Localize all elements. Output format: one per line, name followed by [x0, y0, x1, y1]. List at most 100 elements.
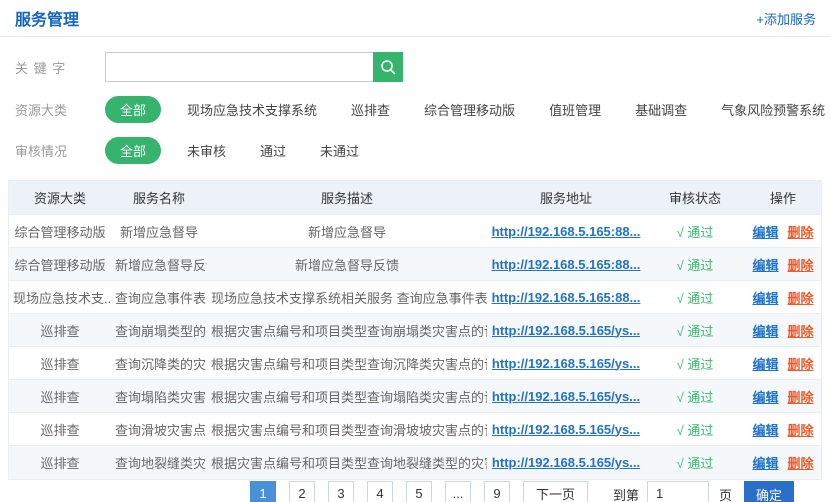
next-page-button[interactable]: 下一页: [523, 481, 588, 502]
cell-description: 现场应急技术支撑系统相关服务 查询应急事件表: [207, 288, 487, 307]
filter-row-1: 审核情况 全部未审核 通过 未通过: [15, 137, 830, 164]
table-row: 巡排查查询塌陷类灾害...根据灾害点编号和项目类型查询塌陷类灾害点的详...ht…: [9, 380, 821, 413]
table-header-row: 资源大类服务名称服务描述服务地址审核状态操作: [9, 181, 821, 215]
cell-category: 巡排查: [9, 387, 111, 406]
filter-option[interactable]: 通过: [260, 137, 286, 164]
cell-category: 巡排查: [9, 321, 111, 340]
page-button[interactable]: 3: [328, 481, 354, 502]
status-passed-badge: √ 通过: [677, 225, 714, 240]
service-url-link[interactable]: http://192.168.5.165:88...: [492, 257, 641, 272]
service-url-link[interactable]: http://192.168.5.165/ys...: [492, 455, 640, 470]
cell-status: √ 通过: [645, 387, 745, 406]
page-ellipsis[interactable]: ...: [445, 481, 471, 502]
table-row: 现场应急技术支...查询应急事件表现场应急技术支撑系统相关服务 查询应急事件表h…: [9, 281, 821, 314]
status-passed-badge: √ 通过: [677, 324, 714, 339]
cell-service-name: 新增应急督导反馈: [111, 255, 207, 274]
column-header: 服务地址: [487, 188, 645, 207]
edit-link[interactable]: 编辑: [752, 225, 778, 240]
goto-page-input[interactable]: [647, 481, 709, 502]
cell-actions: 编辑删除: [745, 387, 821, 406]
delete-link[interactable]: 删除: [788, 390, 814, 405]
cell-actions: 编辑删除: [745, 222, 821, 241]
filter-option[interactable]: 现场应急技术支撑系统: [187, 96, 317, 123]
column-header: 资源大类: [9, 188, 111, 207]
delete-link[interactable]: 删除: [788, 423, 814, 438]
filter-label-1: 审核情况: [15, 141, 83, 160]
page-button[interactable]: 2: [289, 481, 315, 502]
page-button[interactable]: 5: [406, 481, 432, 502]
status-passed-badge: √ 通过: [677, 291, 714, 306]
keyword-input[interactable]: [105, 52, 373, 82]
service-url-link[interactable]: http://192.168.5.165/ys...: [492, 323, 640, 338]
cell-service-url: http://192.168.5.165/ys...: [487, 323, 645, 338]
cell-description: 根据灾害点编号和项目类型查询地裂缝类型的灾害...: [207, 453, 487, 472]
service-url-link[interactable]: http://192.168.5.165:88...: [492, 224, 641, 239]
service-url-link[interactable]: http://192.168.5.165/ys...: [492, 422, 640, 437]
cell-service-url: http://192.168.5.165/ys...: [487, 389, 645, 404]
cell-status: √ 通过: [645, 321, 745, 340]
filter-option[interactable]: 综合管理移动版: [424, 96, 515, 123]
cell-description: 根据灾害点编号和项目类型查询崩塌类灾害点的详...: [207, 321, 487, 340]
column-header: 操作: [745, 188, 821, 207]
service-url-link[interactable]: http://192.168.5.165/ys...: [492, 356, 640, 371]
column-header: 服务描述: [207, 188, 487, 207]
filter-option[interactable]: 全部: [105, 137, 161, 164]
page-button[interactable]: 1: [250, 481, 276, 502]
filter-row-0: 资源大类 全部现场应急技术支撑系统 巡排查 综合管理移动版 值班管理 基础调查 气象风险预警…: [15, 96, 830, 123]
edit-link[interactable]: 编辑: [752, 258, 778, 273]
table-row: 综合管理移动版新增应急督导反馈新增应急督导反馈http://192.168.5.…: [9, 248, 821, 281]
cell-status: √ 通过: [645, 255, 745, 274]
delete-link[interactable]: 删除: [788, 258, 814, 273]
search-button[interactable]: [373, 52, 403, 82]
delete-link[interactable]: 删除: [788, 357, 814, 372]
delete-link[interactable]: 删除: [788, 291, 814, 306]
page-title: 服务管理: [15, 6, 79, 30]
cell-actions: 编辑删除: [745, 255, 821, 274]
edit-link[interactable]: 编辑: [752, 291, 778, 306]
filter-option[interactable]: 未通过: [320, 137, 359, 164]
filter-option[interactable]: 基础调查: [635, 96, 687, 123]
filter-options-1: 全部未审核 通过 未通过: [105, 137, 393, 164]
filter-option[interactable]: 巡排查: [351, 96, 390, 123]
cell-description: 根据灾害点编号和项目类型查询滑坡坡灾害点的详...: [207, 420, 487, 439]
keyword-search-row: 关 键 字: [15, 52, 830, 82]
service-url-link[interactable]: http://192.168.5.165/ys...: [492, 389, 640, 404]
cell-service-name: 查询沉降类的灾...: [111, 354, 207, 373]
delete-link[interactable]: 删除: [788, 456, 814, 471]
cell-service-name: 新增应急督导: [111, 222, 207, 241]
edit-link[interactable]: 编辑: [752, 324, 778, 339]
edit-link[interactable]: 编辑: [752, 456, 778, 471]
cell-description: 新增应急督导反馈: [207, 255, 487, 274]
cell-service-url: http://192.168.5.165:88...: [487, 257, 645, 272]
pagination-bar: 12345...9下一页 到第 页 确定: [250, 481, 794, 502]
filter-option[interactable]: 全部: [105, 96, 161, 123]
edit-link[interactable]: 编辑: [752, 423, 778, 438]
filter-options-0: 全部现场应急技术支撑系统 巡排查 综合管理移动版 值班管理 基础调查 气象风险预警系统: [105, 96, 830, 123]
cell-status: √ 通过: [645, 354, 745, 373]
delete-link[interactable]: 删除: [788, 225, 814, 240]
goto-suffix-label: 页: [719, 485, 732, 502]
goto-confirm-button[interactable]: 确定: [744, 481, 794, 502]
cell-status: √ 通过: [645, 288, 745, 307]
cell-status: √ 通过: [645, 420, 745, 439]
service-url-link[interactable]: http://192.168.5.165:88...: [492, 290, 641, 305]
search-box: [105, 52, 403, 82]
status-passed-badge: √ 通过: [677, 456, 714, 471]
edit-link[interactable]: 编辑: [752, 357, 778, 372]
page-button[interactable]: 4: [367, 481, 393, 502]
cell-actions: 编辑删除: [745, 288, 821, 307]
filter-label-0: 资源大类: [15, 100, 83, 119]
edit-link[interactable]: 编辑: [752, 390, 778, 405]
table-row: 巡排查查询滑坡灾害点...根据灾害点编号和项目类型查询滑坡坡灾害点的详...ht…: [9, 413, 821, 446]
cell-service-name: 查询地裂缝类灾...: [111, 453, 207, 472]
cell-service-name: 查询崩塌类型的...: [111, 321, 207, 340]
filter-option[interactable]: 气象风险预警系统: [721, 96, 825, 123]
page-header: 服务管理 +添加服务: [0, 0, 830, 37]
filter-option[interactable]: 未审核: [187, 137, 226, 164]
delete-link[interactable]: 删除: [788, 324, 814, 339]
cell-description: 根据灾害点编号和项目类型查询塌陷类灾害点的详...: [207, 387, 487, 406]
status-passed-badge: √ 通过: [677, 357, 714, 372]
filter-option[interactable]: 值班管理: [549, 96, 601, 123]
page-button[interactable]: 9: [484, 481, 510, 502]
add-service-button[interactable]: +添加服务: [756, 9, 816, 28]
